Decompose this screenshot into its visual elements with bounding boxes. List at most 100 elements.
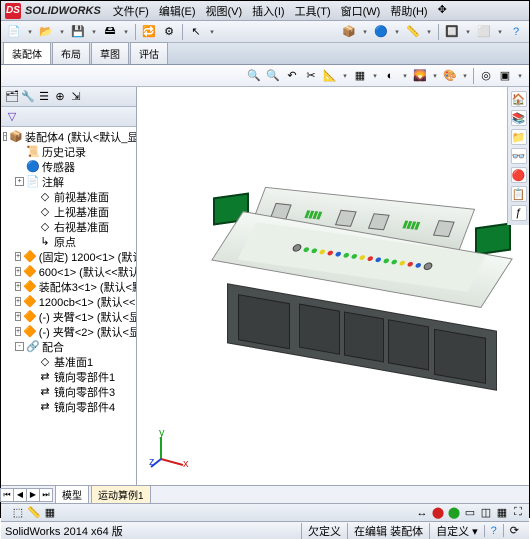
menu-window[interactable]: 窗口(W) [337, 2, 385, 20]
bottom-tab-motion[interactable]: 运动算例1 [91, 485, 151, 504]
tree-tab-display-icon[interactable]: ⊕ [53, 90, 67, 104]
section-view-button[interactable]: ✂ [302, 67, 320, 85]
apply-scene-dropdown[interactable]: ▾ [460, 69, 470, 83]
zoom-fit-button[interactable]: 🔍 [245, 67, 263, 85]
view-orient-dropdown[interactable]: ▾ [463, 25, 473, 39]
save-button[interactable]: 💾 [69, 23, 87, 41]
task-appearance-icon[interactable]: 🔴 [511, 167, 527, 183]
tree-tab-config-icon[interactable]: ☰ [37, 90, 51, 104]
select-button[interactable]: ↖ [187, 23, 205, 41]
measure-button[interactable]: 📏 [404, 23, 422, 41]
hide-show-button[interactable]: ◐ [381, 67, 399, 85]
tree-item[interactable]: ⇄镜向零部件1 [1, 369, 136, 384]
tree-item[interactable]: ◇上视基准面 [1, 204, 136, 219]
menu-edit[interactable]: 编辑(E) [155, 2, 200, 20]
measure-dropdown[interactable]: ▾ [424, 25, 434, 39]
appearance-button[interactable]: 🔵 [372, 23, 390, 41]
status-custom[interactable]: 自定义 ▾ [429, 523, 484, 539]
menu-file[interactable]: 文件(F) [109, 2, 153, 20]
tree-item[interactable]: +🔶(固定) 1200<1> (默认<<默认 [1, 249, 136, 264]
tree-item[interactable]: +📄注解 [1, 174, 136, 189]
tree-item[interactable]: 📜历史记录 [1, 144, 136, 159]
menu-help[interactable]: 帮助(H) [386, 2, 431, 20]
tree-item[interactable]: ◇基准面1 [1, 354, 136, 369]
help-button[interactable]: ? [507, 23, 525, 41]
tab-layout[interactable]: 布局 [52, 42, 90, 64]
select-dropdown[interactable]: ▾ [207, 25, 217, 39]
tree-tab-property-icon[interactable]: 🔧 [21, 90, 35, 104]
task-view-icon[interactable]: 👓 [511, 148, 527, 164]
tree-item[interactable]: ⇄镜向零部件4 [1, 399, 136, 414]
open-button[interactable]: 📂 [37, 23, 55, 41]
tree-item[interactable]: +🔶1200cb<1> (默认<<默认_显 [1, 294, 136, 309]
tab-next-button[interactable]: ▶ [26, 488, 40, 502]
ruler-icon[interactable]: 📏 [27, 506, 41, 520]
tree-item[interactable]: +🔶600<1> (默认<<默认_显示状 [1, 264, 136, 279]
grid-icon[interactable]: ▦ [43, 506, 57, 520]
view-orientation-button[interactable]: 📐 [321, 67, 339, 85]
selection-filter-icon[interactable]: ⬚ [11, 506, 25, 520]
scene-button[interactable]: 🌄 [411, 67, 429, 85]
bottom-tab-model[interactable]: 模型 [55, 485, 89, 504]
options-button[interactable]: ⚙ [160, 23, 178, 41]
tab-evaluate[interactable]: 评估 [130, 42, 168, 64]
display-button[interactable]: ⬜ [475, 23, 493, 41]
tree-tab-drag-icon[interactable]: ⇲ [69, 90, 83, 104]
zoom-area-button[interactable]: 🔍 [264, 67, 282, 85]
expand-icon[interactable]: ⛶ [511, 506, 525, 520]
apply-scene-button[interactable]: 🎨 [441, 67, 459, 85]
tree-item[interactable]: ◇前视基准面 [1, 189, 136, 204]
rebuild-button[interactable]: 🔁 [140, 23, 158, 41]
tab-prev-button[interactable]: ◀ [13, 488, 27, 502]
tree-item[interactable]: +🔶(-) 夹臂<2> (默认<显示状态 [1, 324, 136, 339]
scene-dropdown[interactable]: ▾ [430, 69, 440, 83]
open-dropdown[interactable]: ▾ [57, 25, 67, 39]
colors2-icon[interactable]: ⬤ [447, 506, 461, 520]
print-button[interactable]: 🖴 [101, 23, 119, 41]
status-rebuild-icon[interactable]: ⟳ [503, 524, 525, 537]
display-style-button[interactable]: ▦ [351, 67, 369, 85]
viewport-four-icon[interactable]: ▦ [495, 506, 509, 520]
new-dropdown[interactable]: ▾ [25, 25, 35, 39]
unit-button[interactable]: ↔ [415, 506, 429, 520]
save-dropdown[interactable]: ▾ [89, 25, 99, 39]
tab-first-button[interactable]: ⏮ [0, 488, 14, 502]
menu-insert[interactable]: 插入(I) [248, 2, 288, 20]
view-orientation-dropdown[interactable]: ▾ [340, 69, 350, 83]
filter-icon[interactable]: ▽ [5, 110, 19, 124]
component-button[interactable]: 📦 [340, 23, 358, 41]
menu-view[interactable]: 视图(V) [202, 2, 247, 20]
viewport-split-icon[interactable]: ◫ [479, 506, 493, 520]
new-button[interactable]: 📄 [5, 23, 23, 41]
tree-item[interactable]: ◇右视基准面 [1, 219, 136, 234]
menu-tools[interactable]: 工具(T) [291, 2, 335, 20]
tree-item[interactable]: ↳原点 [1, 234, 136, 249]
tree-item[interactable]: -📦装配体4 (默认<默认_显示状态 [1, 129, 136, 144]
colors-icon[interactable]: ⬤ [431, 506, 445, 520]
task-forum-icon[interactable]: ƒ [511, 205, 527, 221]
appearance-dropdown[interactable]: ▾ [392, 25, 402, 39]
viewport-single-icon[interactable]: ▭ [463, 506, 477, 520]
task-explorer-icon[interactable]: 📁 [511, 129, 527, 145]
tab-sketch[interactable]: 草图 [91, 42, 129, 64]
task-properties-icon[interactable]: 📋 [511, 186, 527, 202]
display-style-dropdown[interactable]: ▾ [370, 69, 380, 83]
render-button[interactable]: ◎ [477, 67, 495, 85]
prev-view-button[interactable]: ↶ [283, 67, 301, 85]
status-help-icon[interactable]: ? [484, 525, 503, 537]
task-resources-icon[interactable]: 🏠 [511, 91, 527, 107]
tree-item[interactable]: 🔵传感器 [1, 159, 136, 174]
task-library-icon[interactable]: 📚 [511, 110, 527, 126]
menu-search-icon[interactable]: ✥ [434, 2, 451, 20]
component-dropdown[interactable]: ▾ [360, 25, 370, 39]
print-dropdown[interactable]: ▾ [121, 25, 131, 39]
tab-assembly[interactable]: 装配体 [3, 42, 51, 64]
render-dropdown[interactable]: ▾ [515, 69, 525, 83]
tree-item[interactable]: -🔗配合 [1, 339, 136, 354]
tree-item[interactable]: +🔶(-) 夹臂<1> (默认<显示状态 [1, 309, 136, 324]
hide-show-dropdown[interactable]: ▾ [400, 69, 410, 83]
render-region-button[interactable]: ▣ [496, 67, 514, 85]
display-dropdown[interactable]: ▾ [495, 25, 505, 39]
tab-last-button[interactable]: ⏭ [39, 488, 53, 502]
feature-tree[interactable]: -📦装配体4 (默认<默认_显示状态📜历史记录🔵传感器+📄注解◇前视基准面◇上视… [1, 127, 136, 485]
